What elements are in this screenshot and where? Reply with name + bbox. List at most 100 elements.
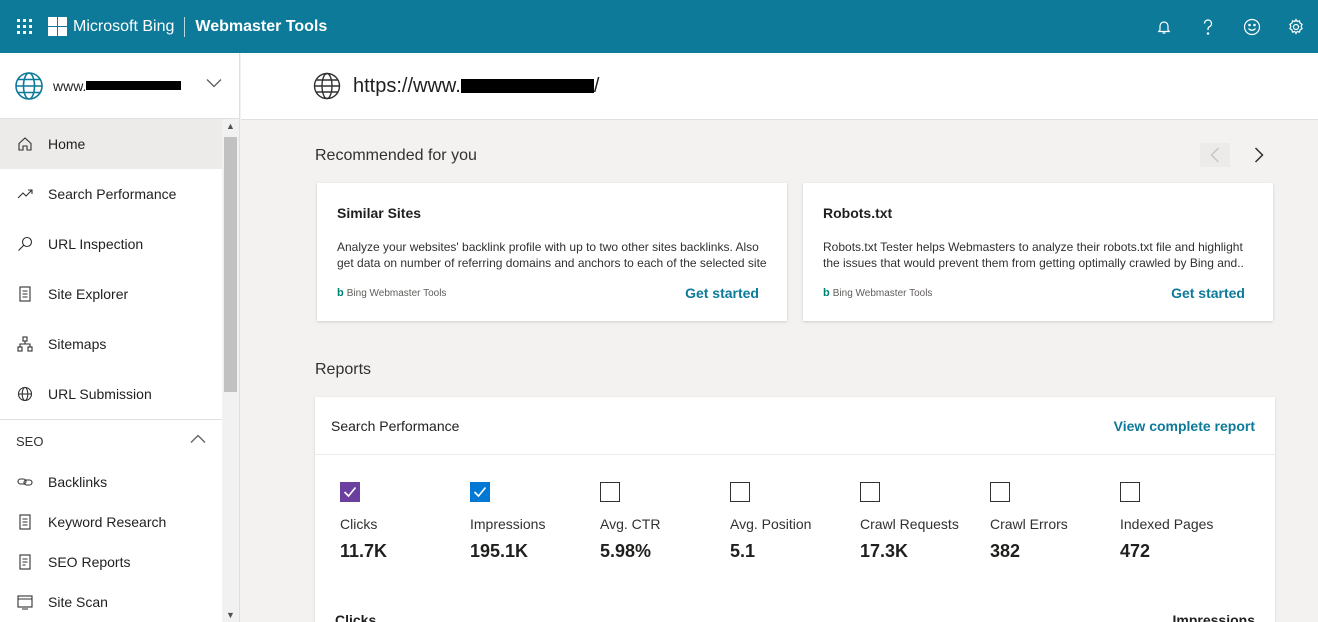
group-label: SEO (16, 433, 44, 449)
chevron-up-icon[interactable] (190, 434, 206, 444)
microsoft-logo-icon (48, 17, 67, 36)
globe-icon (16, 385, 34, 403)
view-complete-report-link[interactable]: View complete report (1114, 418, 1255, 434)
site-selector[interactable]: www. (0, 53, 239, 119)
globe-icon (313, 72, 341, 100)
get-started-button[interactable]: Get started (1171, 285, 1245, 301)
site-name-prefix: www. (53, 77, 87, 94)
metric-crawl-requests[interactable]: Crawl Requests 17.3K (860, 482, 990, 562)
bing-logo-icon: b (337, 287, 344, 299)
carousel-nav (1200, 143, 1274, 167)
document-icon (16, 513, 34, 531)
metric-label: Avg. CTR (600, 516, 661, 532)
link-icon (16, 473, 34, 491)
metrics-row: Clicks 11.7K Impressions 195.1K Avg. CTR… (340, 482, 1275, 562)
sitemap-icon (16, 335, 34, 353)
panel-title: Search Performance (331, 417, 460, 434)
site-url-header: https://www. / (241, 53, 1318, 120)
card-brand-label: Bing Webmaster Tools (832, 287, 933, 299)
sidebar-item-seo-reports[interactable]: SEO Reports (0, 542, 222, 582)
sidebar-item-label: URL Submission (48, 386, 152, 402)
sidebar: www. Home Search Performance URL Inspect… (0, 53, 240, 622)
chevron-down-icon[interactable] (206, 78, 222, 88)
waffle-icon[interactable] (0, 0, 48, 53)
redacted-block (86, 81, 182, 90)
checkbox-checked[interactable] (340, 482, 360, 502)
brand-name[interactable]: Microsoft Bing (73, 18, 174, 36)
sidebar-scrollbar[interactable]: ▲ ▼ (222, 119, 239, 622)
sidebar-item-backlinks[interactable]: Backlinks (0, 462, 222, 502)
sidebar-item-label: Sitemaps (48, 336, 107, 352)
carousel-next-button[interactable] (1244, 143, 1274, 167)
scroll-up-icon[interactable]: ▲ (226, 121, 235, 131)
sidebar-item-site-scan[interactable]: Site Scan (0, 582, 222, 622)
brand-divider (184, 16, 186, 37)
scroll-down-icon[interactable]: ▼ (226, 610, 235, 620)
checkbox[interactable] (990, 482, 1010, 502)
metric-value: 382 (990, 541, 1021, 561)
sidebar-item-keyword-research[interactable]: Keyword Research (0, 502, 222, 542)
sidebar-item-url-submission[interactable]: URL Submission (0, 369, 222, 419)
checkbox[interactable] (600, 482, 620, 502)
site-url-suffix: / (593, 74, 600, 97)
card-description: Robots.txt Tester helps Webmasters to an… (823, 240, 1244, 270)
carousel-prev-button[interactable] (1200, 143, 1230, 167)
metric-crawl-errors[interactable]: Crawl Errors 382 (990, 482, 1120, 562)
reports-title: Reports (315, 361, 372, 378)
metric-clicks[interactable]: Clicks 11.7K (340, 482, 470, 562)
trend-icon (16, 185, 34, 203)
sidebar-item-label: SEO Reports (48, 554, 131, 570)
sidebar-item-label: Backlinks (48, 474, 108, 490)
checkbox[interactable] (730, 482, 750, 502)
checkmark-icon (343, 486, 357, 498)
sidebar-item-label: Keyword Research (48, 514, 167, 530)
card-brand: b Bing Webmaster Tools (337, 287, 446, 299)
settings-gear-icon[interactable] (1274, 0, 1318, 53)
card-description: Analyze your websites' backlink profile … (337, 240, 767, 270)
chart-left-axis-label: Clicks (335, 612, 377, 622)
metric-label: Indexed Pages (1120, 516, 1214, 532)
metric-avg-position[interactable]: Avg. Position 5.1 (730, 482, 860, 562)
recommendation-card-similar-sites: Similar Sites Analyze your websites' bac… (317, 183, 787, 321)
chart-axis-labels: Clicks Impressions (335, 612, 1255, 622)
top-bar: Microsoft Bing Webmaster Tools (0, 0, 1318, 53)
metric-label: Crawl Requests (860, 516, 959, 532)
search-icon (16, 235, 34, 253)
metric-value: 195.1K (470, 541, 529, 561)
sidebar-item-sitemaps[interactable]: Sitemaps (0, 319, 222, 369)
checkmark-icon (473, 486, 487, 498)
sidebar-item-label: Home (48, 136, 86, 152)
metric-impressions[interactable]: Impressions 195.1K (470, 482, 600, 562)
checkbox[interactable] (1120, 482, 1140, 502)
sidebar-item-home[interactable]: Home (0, 119, 222, 169)
sidebar-item-label: Site Scan (48, 594, 108, 610)
product-name[interactable]: Webmaster Tools (195, 18, 327, 36)
metric-value: 5.1 (730, 541, 756, 561)
bell-icon[interactable] (1142, 0, 1186, 53)
sidebar-item-url-inspection[interactable]: URL Inspection (0, 219, 222, 269)
sidebar-item-search-performance[interactable]: Search Performance (0, 169, 222, 219)
scrollbar-thumb[interactable] (224, 137, 237, 392)
card-title: Robots.txt (823, 205, 893, 221)
sidebar-item-label: Search Performance (48, 186, 177, 202)
metric-value: 17.3K (860, 541, 909, 561)
checkbox-checked[interactable] (470, 482, 490, 502)
metric-value: 11.7K (340, 541, 388, 561)
scan-icon (16, 593, 34, 611)
checkbox[interactable] (860, 482, 880, 502)
get-started-button[interactable]: Get started (685, 285, 759, 301)
metric-avg-ctr[interactable]: Avg. CTR 5.98% (600, 482, 730, 562)
chart-right-axis-label: Impressions (1172, 612, 1255, 622)
bing-logo-icon: b (823, 287, 830, 299)
feedback-smiley-icon[interactable] (1230, 0, 1274, 53)
chevron-left-icon (1210, 147, 1220, 163)
metric-label: Avg. Position (730, 516, 812, 532)
report-icon (16, 553, 34, 571)
card-brand-label: Bing Webmaster Tools (346, 287, 447, 299)
metric-indexed-pages[interactable]: Indexed Pages 472 (1120, 482, 1250, 562)
sidebar-item-site-explorer[interactable]: Site Explorer (0, 269, 222, 319)
help-icon[interactable] (1186, 0, 1230, 53)
sidebar-group-seo[interactable]: SEO (0, 420, 222, 462)
sidebar-nav: Home Search Performance URL Inspection S… (0, 119, 222, 622)
site-name: www. (53, 77, 182, 94)
